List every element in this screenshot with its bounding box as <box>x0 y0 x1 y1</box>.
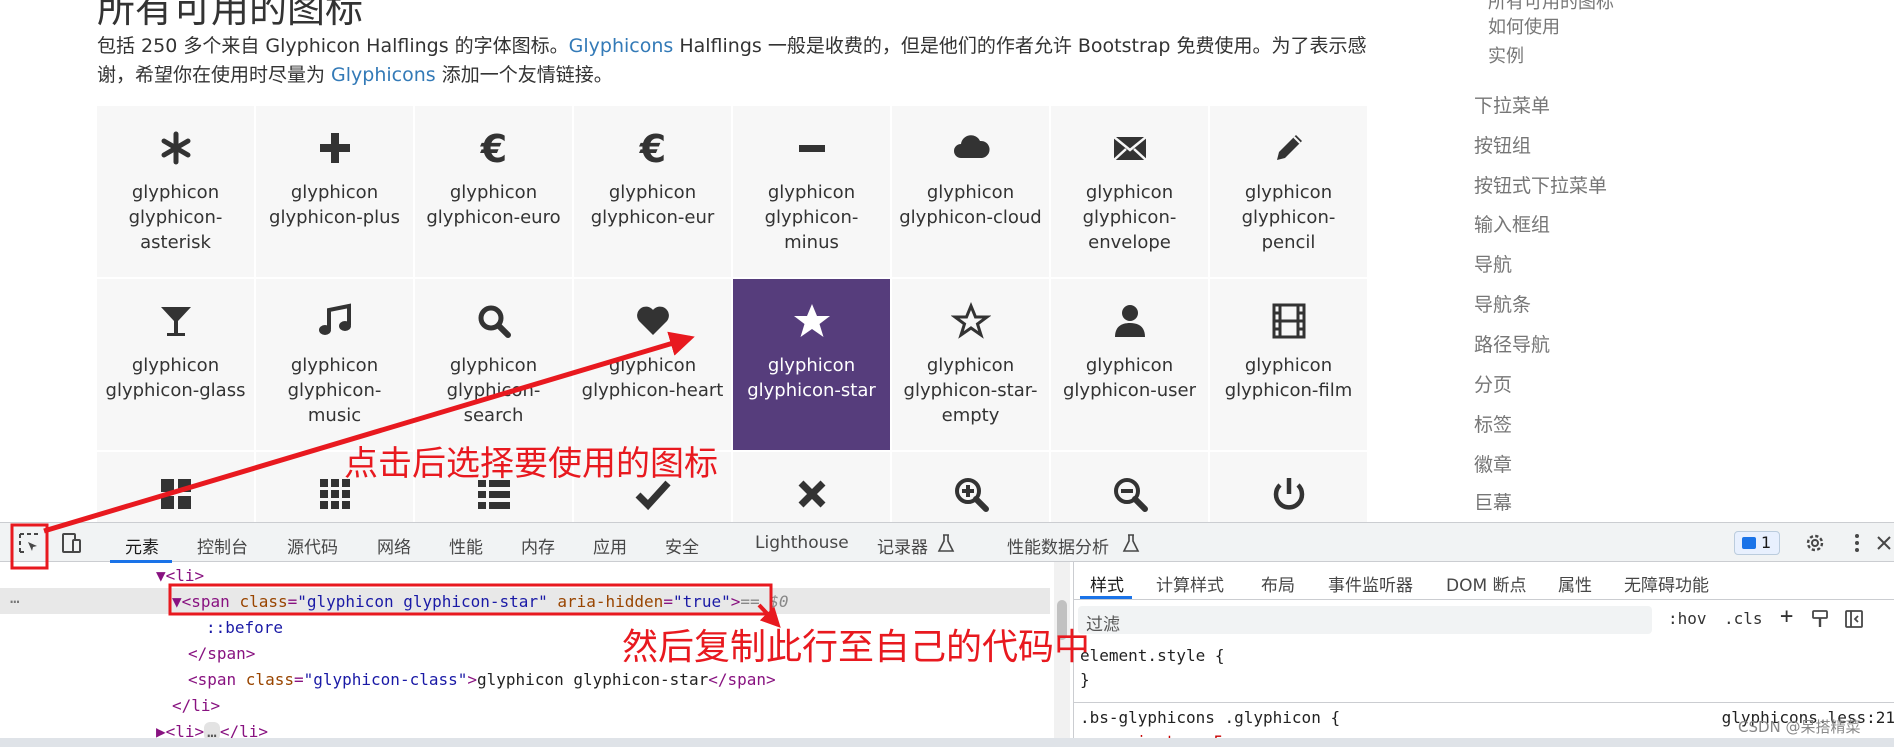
arrow-to-icon <box>43 331 695 534</box>
inspect-highlight-box <box>10 523 49 570</box>
annotation-overlay <box>10 331 781 628</box>
code-line-highlight-box <box>168 583 773 616</box>
